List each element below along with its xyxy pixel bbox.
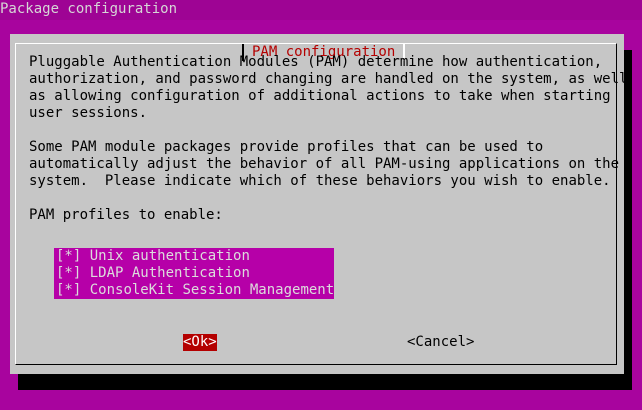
checklist-item-label: LDAP Authentication: [89, 265, 250, 281]
checklist-item-label: Unix authentication: [89, 248, 250, 264]
checklist-item-ldap-authentication[interactable]: [*] LDAP Authentication: [54, 265, 334, 282]
profiles-prompt: PAM profiles to enable:: [29, 207, 223, 223]
ok-button[interactable]: <Ok>: [183, 334, 217, 351]
description-line: as allowing configuration of additional …: [29, 88, 611, 104]
description-line: Some PAM module packages provide profile…: [29, 139, 544, 155]
description-line: Pluggable Authentication Modules (PAM) d…: [29, 54, 603, 70]
checkbox-mark[interactable]: [*]: [56, 265, 81, 281]
pam-configuration-dialog: PAM configuration Pluggable Authenticati…: [10, 34, 627, 374]
cancel-button[interactable]: <Cancel>: [407, 334, 474, 351]
terminal-title-bar: Package configuration: [0, 0, 642, 20]
window-title: Package configuration: [0, 1, 178, 17]
checklist-item-unix-authentication[interactable]: [*] Unix authentication: [54, 248, 334, 265]
checkbox-mark[interactable]: [*]: [56, 282, 81, 298]
dialog-frame: PAM configuration Pluggable Authenticati…: [15, 43, 627, 365]
checklist-item-label: ConsoleKit Session Management: [89, 282, 335, 298]
pam-profiles-checklist[interactable]: [*] Unix authentication [*] LDAP Authent…: [54, 248, 334, 299]
description-line: user sessions.: [29, 105, 148, 121]
checkbox-mark[interactable]: [*]: [56, 248, 81, 264]
description-line: system. Please indicate which of these b…: [29, 173, 611, 189]
description-line: automatically adjust the behavior of all…: [29, 156, 620, 172]
description-line: authorization, and password changing are…: [29, 71, 628, 87]
checklist-item-consolekit-session-management[interactable]: [*] ConsoleKit Session Management: [54, 282, 334, 299]
